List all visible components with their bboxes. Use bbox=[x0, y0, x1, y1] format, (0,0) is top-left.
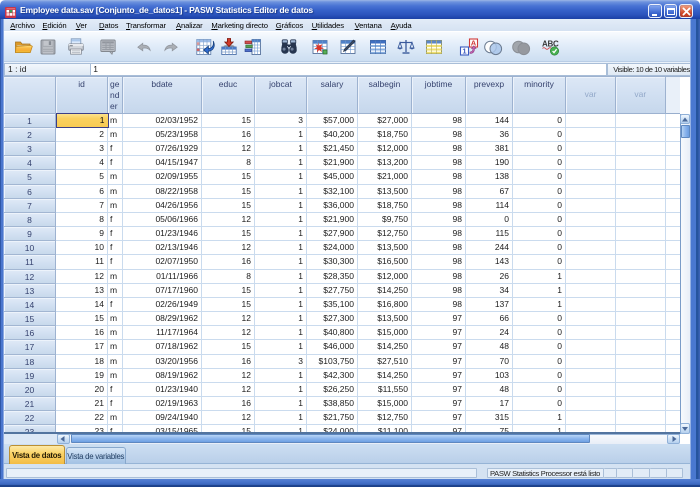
svg-text:1: 1 bbox=[462, 46, 466, 55]
